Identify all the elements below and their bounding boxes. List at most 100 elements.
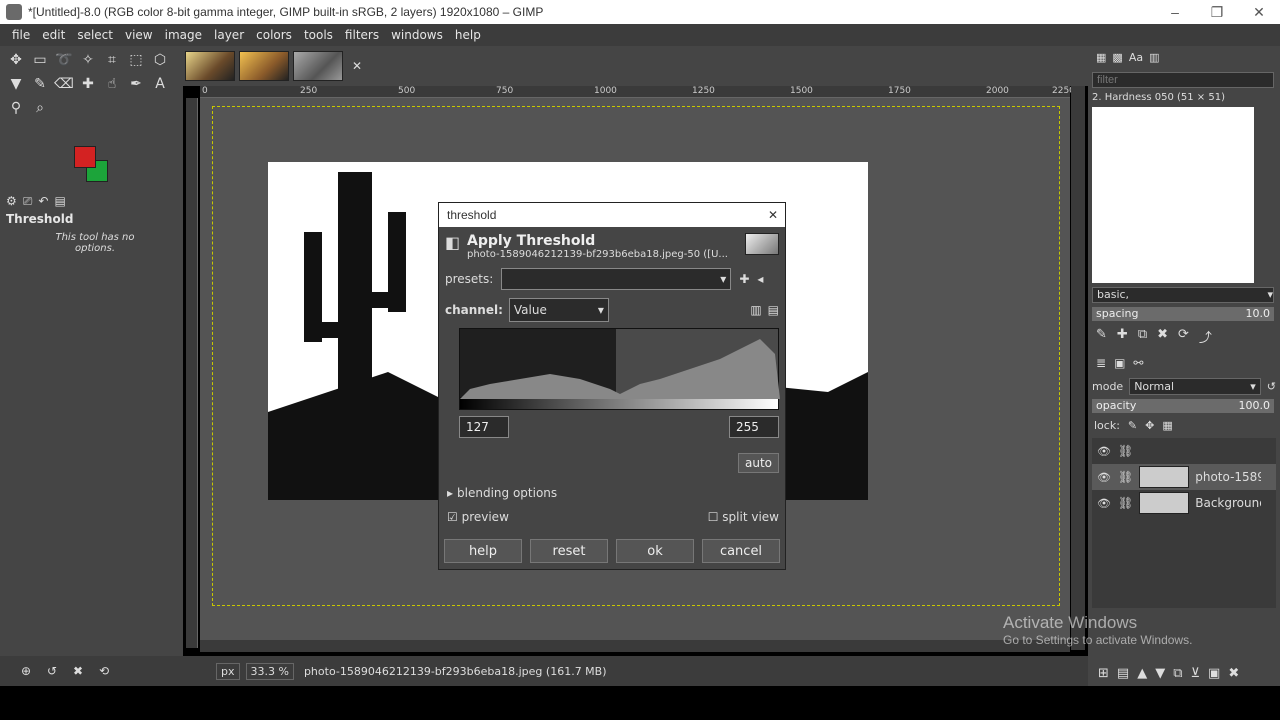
documents-tab-icon[interactable]: ▥ <box>1149 51 1159 64</box>
menu-image[interactable]: image <box>159 28 208 42</box>
log-histogram-icon[interactable]: ▤ <box>768 303 779 317</box>
menu-windows[interactable]: windows <box>385 28 449 42</box>
paths-tab-icon[interactable]: ⚯ <box>1133 356 1143 370</box>
eraser-icon[interactable]: ⌫ <box>52 72 76 96</box>
paths-icon[interactable]: ✒ <box>124 72 148 96</box>
lock-alpha-icon[interactable]: ▦ <box>1162 419 1172 432</box>
auto-button[interactable]: auto <box>737 453 779 473</box>
patterns-tab-icon[interactable]: ▩ <box>1112 51 1122 64</box>
bucket-fill-icon[interactable]: ▼ <box>4 72 28 96</box>
text-tool-icon[interactable]: A <box>148 72 172 96</box>
brushes-tab-icon[interactable]: ▦ <box>1096 51 1106 64</box>
close-tab-icon[interactable]: ✕ <box>347 59 367 73</box>
layers-tab-icon[interactable]: ≣ <box>1096 356 1106 370</box>
rect-select-icon[interactable]: ▭ <box>28 48 52 72</box>
blending-options-toggle[interactable]: ▸ blending options <box>447 486 557 500</box>
reset-mode-icon[interactable]: ↺ <box>1267 380 1276 393</box>
move-tool-icon[interactable]: ✥ <box>4 48 28 72</box>
opacity-slider[interactable]: opacity 100.0 <box>1092 399 1274 413</box>
channels-tab-icon[interactable]: ▣ <box>1114 356 1125 370</box>
spacing-slider[interactable]: spacing 10.0 <box>1092 307 1274 321</box>
brush-filter-input[interactable] <box>1092 72 1274 88</box>
channel-select[interactable]: Value ▾ <box>508 298 609 322</box>
menu-tools[interactable]: tools <box>298 28 339 42</box>
ok-button[interactable]: ok <box>616 539 694 563</box>
eye-icon[interactable]: 👁 <box>1096 497 1112 510</box>
merge-layer-icon[interactable]: ⊻ <box>1191 666 1201 681</box>
chain-icon[interactable]: ⛓ <box>1118 470 1133 484</box>
high-threshold-input[interactable]: 255 <box>729 416 779 438</box>
vertical-scrollbar[interactable] <box>1071 86 1085 650</box>
images-tab-icon[interactable]: ▤ <box>54 194 65 208</box>
fuzzy-select-icon[interactable]: ✧ <box>76 48 100 72</box>
image-tab-3[interactable] <box>293 51 343 81</box>
lock-pixels-icon[interactable]: ✎ <box>1128 419 1137 432</box>
help-button[interactable]: help <box>444 539 522 563</box>
save-tool-preset-icon[interactable]: ⊕ <box>16 661 36 681</box>
preview-checkbox[interactable]: ☑ preview <box>447 510 509 524</box>
device-status-tab-icon[interactable]: ⎚ <box>23 194 33 209</box>
mode-select[interactable]: Normal ▾ <box>1129 378 1261 395</box>
lock-position-icon[interactable]: ✥ <box>1145 419 1154 432</box>
presets-select[interactable]: ▾ <box>501 268 732 290</box>
duplicate-layer-icon[interactable]: ⧉ <box>1173 666 1182 681</box>
close-icon[interactable]: ✕ <box>761 208 785 222</box>
image-tab-1[interactable] <box>185 51 235 81</box>
chain-icon[interactable]: ⛓ <box>1118 496 1133 510</box>
menu-edit[interactable]: edit <box>36 28 71 42</box>
brush-preset-select[interactable]: basic, ▾ <box>1092 287 1274 303</box>
color-swatches[interactable] <box>74 146 114 186</box>
image-tab-2[interactable] <box>239 51 289 81</box>
delete-tool-preset-icon[interactable]: ✖ <box>68 661 88 681</box>
menu-file[interactable]: file <box>6 28 36 42</box>
menu-layer[interactable]: layer <box>208 28 250 42</box>
duplicate-brush-icon[interactable]: ⧉ <box>1138 327 1147 346</box>
menu-colors[interactable]: colors <box>250 28 298 42</box>
smudge-icon[interactable]: ☝ <box>100 72 124 96</box>
refresh-brushes-icon[interactable]: ⟳ <box>1178 327 1189 346</box>
menu-help[interactable]: help <box>449 28 487 42</box>
layer-item[interactable]: 👁 ⛓ Background <box>1092 490 1276 516</box>
minimize-button[interactable]: – <box>1154 0 1196 24</box>
new-brush-icon[interactable]: ✚ <box>1117 327 1128 346</box>
split-view-checkbox[interactable]: ☐ split view <box>708 510 779 524</box>
open-brush-icon[interactable]: ⤴ <box>1199 327 1212 346</box>
delete-layer-icon[interactable]: ✖ <box>1228 666 1239 681</box>
close-window-button[interactable]: ✕ <box>1238 0 1280 24</box>
reset-tool-icon[interactable]: ⟲ <box>94 661 114 681</box>
layer-item[interactable]: 👁 ⛓ photo-15890 <box>1092 464 1276 490</box>
warp-icon[interactable]: ⬡ <box>148 48 172 72</box>
layer-mask-icon[interactable]: ▣ <box>1208 666 1220 681</box>
linear-histogram-icon[interactable]: ▥ <box>750 303 761 317</box>
menu-select[interactable]: select <box>71 28 119 42</box>
menu-view[interactable]: view <box>119 28 159 42</box>
delete-brush-icon[interactable]: ✖ <box>1157 327 1168 346</box>
menu-filters[interactable]: filters <box>339 28 385 42</box>
unit-select[interactable]: px <box>216 662 240 680</box>
eye-icon[interactable]: 👁 <box>1096 471 1112 484</box>
new-layer-group-icon[interactable]: ▤ <box>1117 666 1129 681</box>
histogram[interactable] <box>459 328 780 399</box>
lower-layer-icon[interactable]: ▼ <box>1155 666 1165 681</box>
horizontal-scrollbar[interactable] <box>200 640 1070 652</box>
paintbrush-icon[interactable]: ✎ <box>28 72 52 96</box>
foreground-color[interactable] <box>74 146 96 168</box>
new-layer-icon[interactable]: ⊞ <box>1098 666 1109 681</box>
reset-button[interactable]: reset <box>530 539 608 563</box>
restore-button[interactable]: ❐ <box>1196 0 1238 24</box>
cancel-button[interactable]: cancel <box>702 539 780 563</box>
preset-menu-icon[interactable]: ◂ <box>757 272 763 286</box>
edit-brush-icon[interactable]: ✎ <box>1096 327 1107 346</box>
lasso-icon[interactable]: ➰ <box>52 48 76 72</box>
brush-grid[interactable] <box>1092 107 1254 283</box>
raise-layer-icon[interactable]: ▲ <box>1137 666 1147 681</box>
fonts-tab-icon[interactable]: Aa <box>1129 51 1143 64</box>
zoom-icon[interactable]: ⌕ <box>28 96 52 120</box>
undo-history-tab-icon[interactable]: ↶ <box>38 194 48 208</box>
zoom-select[interactable]: 33.3 % <box>245 662 294 680</box>
crop-icon[interactable]: ⌗ <box>100 48 124 72</box>
low-threshold-input[interactable]: 127 <box>459 416 509 438</box>
heal-icon[interactable]: ✚ <box>76 72 100 96</box>
unified-transform-icon[interactable]: ⬚ <box>124 48 148 72</box>
restore-tool-preset-icon[interactable]: ↺ <box>42 661 62 681</box>
